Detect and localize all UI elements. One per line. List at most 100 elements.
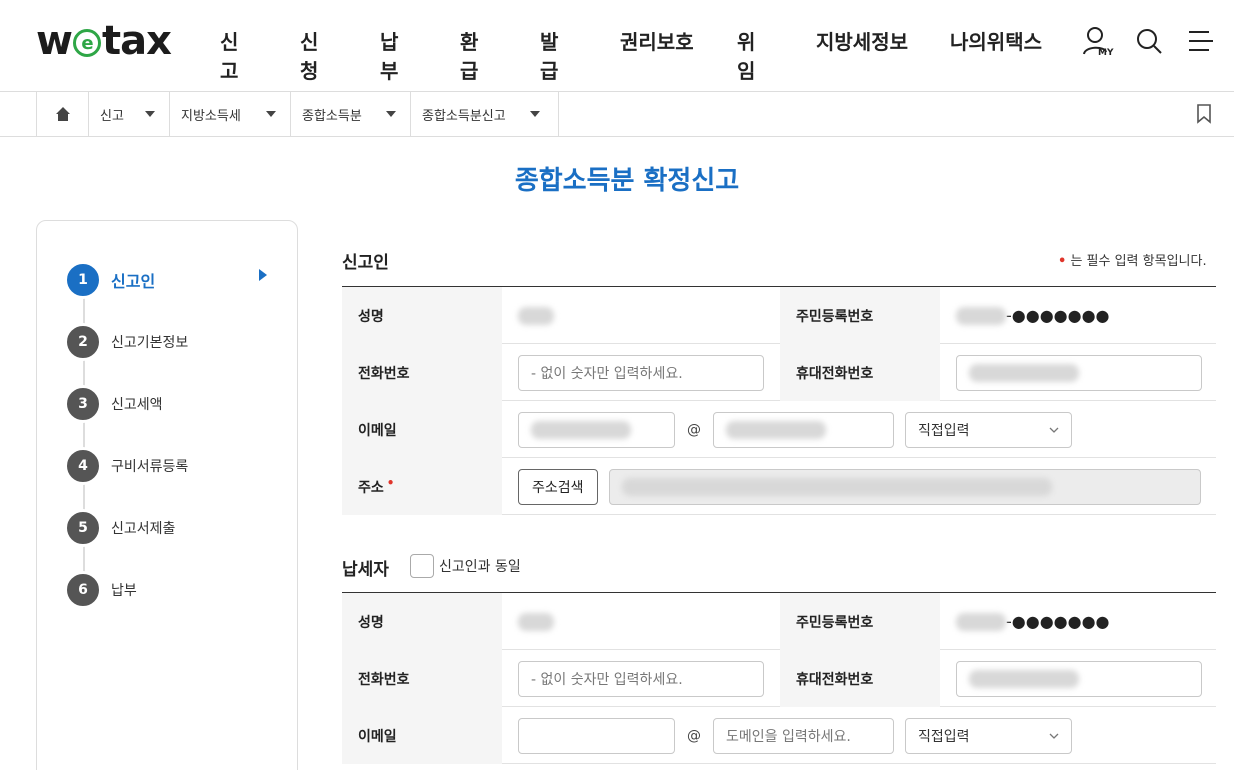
address-cell: 주소검색 — [518, 458, 1201, 515]
nav-my-wetax[interactable]: 나의위택스 — [950, 26, 1042, 55]
required-note: • 는 필수 입력 항목입니다. — [1058, 250, 1207, 269]
mobile-input[interactable] — [956, 660, 1202, 697]
step-navigator: 1 신고인 2 신고기본정보 3 신고세액 4 구비서류등록 5 신고서제출 6 납부 — [36, 220, 298, 770]
nav-rights[interactable]: 권리보호 — [620, 26, 694, 55]
chevron-down-icon — [530, 111, 540, 117]
step-3[interactable]: 3 신고세액 — [64, 385, 163, 423]
reporter-section-title: 신고인 — [342, 253, 389, 273]
required-dot-icon: • — [1058, 254, 1067, 269]
step-label: 납부 — [111, 583, 137, 599]
name-label: 성명 — [342, 287, 502, 344]
breadcrumb-item-report[interactable]: 신고 — [89, 92, 170, 136]
step-2[interactable]: 2 신고기본정보 — [64, 323, 189, 361]
same-as-reporter-checkbox[interactable]: 신고인과 동일 — [410, 554, 521, 578]
step-5[interactable]: 5 신고서제출 — [64, 509, 176, 547]
nav-issue[interactable]: 발급 — [540, 26, 558, 84]
breadcrumb-label: 종합소득분 — [302, 108, 362, 124]
reporter-table: 성명 주민등록번호 -●●●●●●● 전화번호 - 없이 숫자만 입력하세요. … — [342, 286, 1216, 515]
mobile-cell — [956, 650, 1202, 707]
breadcrumb-label: 지방소득세 — [181, 108, 241, 124]
step-label: 신고인 — [111, 272, 156, 291]
chevron-down-icon — [145, 111, 155, 117]
search-icon[interactable] — [1132, 24, 1166, 58]
table-row: 전화번호 - 없이 숫자만 입력하세요. 휴대전화번호 — [342, 344, 1216, 401]
email-domain-input[interactable] — [713, 411, 894, 448]
chevron-down-icon — [1049, 733, 1059, 739]
home-icon[interactable] — [36, 92, 89, 136]
nav-report[interactable]: 신고 — [220, 26, 238, 84]
step-number: 6 — [64, 571, 102, 609]
email-cell: @ 도메인을 입력하세요. 직접입력 — [518, 707, 1072, 764]
breadcrumb-item-comprehensive[interactable]: 종합소득분 — [291, 92, 411, 136]
table-row: 주소 • 주소검색 — [342, 458, 1216, 515]
name-value — [518, 287, 554, 344]
email-domain-select[interactable]: 직접입력 — [905, 411, 1072, 448]
email-domain-input[interactable]: 도메인을 입력하세요. — [713, 717, 894, 754]
email-id-input[interactable] — [518, 717, 675, 754]
phone-input[interactable]: - 없이 숫자만 입력하세요. — [518, 660, 764, 697]
name-value — [518, 593, 554, 650]
step-number: 2 — [64, 323, 102, 361]
rrn-mask: -●●●●●●● — [1006, 306, 1110, 325]
step-1[interactable]: 1 신고인 — [64, 261, 156, 299]
logo-e-ring: e — [72, 29, 101, 57]
email-label: 이메일 — [342, 707, 502, 764]
breadcrumb-item-local-income-tax[interactable]: 지방소득세 — [170, 92, 291, 136]
required-dot-icon: • — [386, 475, 395, 490]
bookmark-icon[interactable] — [1196, 104, 1212, 128]
table-row: 성명 주민등록번호 -●●●●●●● — [342, 593, 1216, 650]
breadcrumb-label: 종합소득분신고 — [422, 108, 506, 124]
logo-w: w — [36, 18, 73, 64]
nav-pay[interactable]: 납부 — [380, 26, 398, 84]
mobile-label: 휴대전화번호 — [780, 344, 940, 401]
chevron-down-icon — [1049, 427, 1059, 433]
email-domain-select[interactable]: 직접입력 — [905, 717, 1072, 754]
rrn-label: 주민등록번호 — [780, 593, 940, 650]
wetax-logo[interactable]: w e tax — [36, 18, 172, 64]
step-6[interactable]: 6 납부 — [64, 571, 137, 609]
address-search-button[interactable]: 주소검색 — [518, 468, 598, 505]
breadcrumb-label: 신고 — [100, 108, 124, 124]
step-label: 구비서류등록 — [111, 459, 189, 475]
step-number: 1 — [64, 261, 102, 299]
checkbox-label: 신고인과 동일 — [439, 559, 521, 575]
chevron-down-icon — [266, 111, 276, 117]
checkbox[interactable] — [410, 554, 434, 578]
rrn-value: -●●●●●●● — [956, 287, 1110, 344]
step-number: 4 — [64, 447, 102, 485]
address-field — [608, 468, 1201, 505]
chevron-down-icon — [386, 111, 396, 117]
rrn-label: 주민등록번호 — [780, 287, 940, 344]
step-label: 신고서제출 — [111, 521, 176, 537]
step-label: 신고세액 — [111, 397, 163, 413]
email-id-input[interactable] — [518, 411, 675, 448]
table-row: 성명 주민등록번호 -●●●●●●● — [342, 287, 1216, 344]
phone-input[interactable]: - 없이 숫자만 입력하세요. — [518, 354, 764, 391]
menu-icon[interactable] — [1184, 24, 1218, 58]
my-page-icon[interactable]: MY — [1080, 24, 1114, 58]
my-label: MY — [1098, 48, 1114, 58]
select-value: 직접입력 — [918, 728, 970, 745]
step-4[interactable]: 4 구비서류등록 — [64, 447, 189, 485]
step-number: 5 — [64, 509, 102, 547]
page-title: 종합소득분 확정신고 — [514, 166, 740, 196]
nav-apply[interactable]: 신청 — [300, 26, 318, 84]
step-label: 신고기본정보 — [111, 335, 189, 351]
nav-local-tax-info[interactable]: 지방세정보 — [816, 26, 908, 55]
breadcrumb-item-comprehensive-report[interactable]: 종합소득분신고 — [411, 92, 559, 136]
nav-refund[interactable]: 환급 — [460, 26, 478, 84]
mobile-input[interactable] — [956, 354, 1202, 391]
mobile-label: 휴대전화번호 — [780, 650, 940, 707]
header-icons: MY — [1080, 24, 1218, 58]
email-cell: @ 직접입력 — [518, 401, 1072, 458]
select-value: 직접입력 — [918, 422, 970, 439]
address-label: 주소 • — [342, 458, 502, 515]
table-row: 이메일 @ 도메인을 입력하세요. 직접입력 — [342, 707, 1216, 764]
breadcrumb: 신고 지방소득세 종합소득분 종합소득분신고 — [0, 92, 1234, 137]
nav-delegate[interactable]: 위임 — [737, 26, 755, 84]
required-note-text: 는 필수 입력 항목입니다. — [1070, 254, 1207, 269]
phone-cell: - 없이 숫자만 입력하세요. — [518, 650, 764, 707]
table-row: 이메일 @ 직접입력 — [342, 401, 1216, 458]
site-header: w e tax 신고 신청 납부 환급 발급 권리보호 위임 지방세정보 나의위택스… — [0, 0, 1234, 92]
active-step-arrow-icon — [259, 269, 267, 281]
